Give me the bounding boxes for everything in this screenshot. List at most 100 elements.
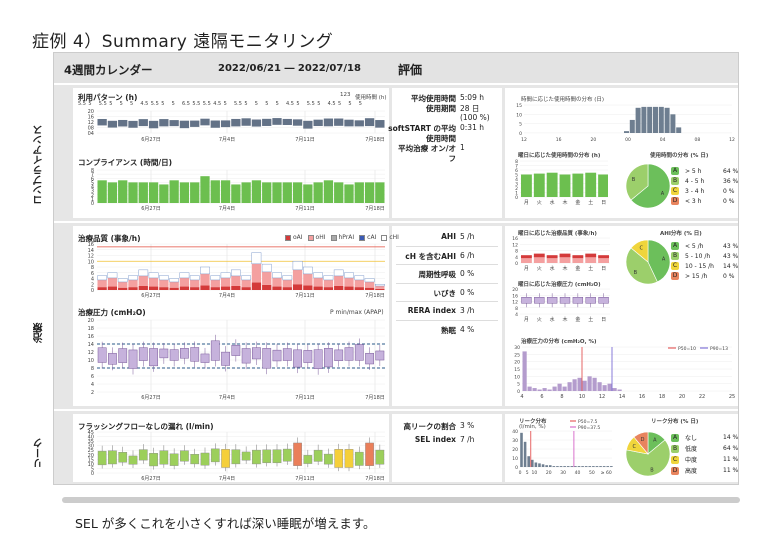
leak-dist-bar [559, 466, 563, 467]
quality-bar-segment [282, 275, 293, 281]
leak-dist-table: A なし 14 % B 低度 64 % C 中度 11 % D 高度 11 % [668, 432, 741, 476]
metric-row: 高リークの割合 3 % [392, 421, 502, 431]
category-badge: B [671, 252, 679, 260]
category-percent: 43 % [723, 252, 739, 260]
time-dist-title: 時間に応じた使用時間の分布 (日) [521, 97, 605, 103]
quality-bar-segment [190, 287, 200, 290]
y-tick-label: 8 [515, 249, 518, 255]
compliance-bar [375, 182, 385, 203]
pressure-box [149, 348, 158, 367]
usage-hour-value: 5 [348, 101, 352, 107]
x-tick-label: 8 [560, 394, 563, 400]
y-tick-label: 10 [514, 374, 520, 380]
usage-bar [262, 118, 272, 126]
leak-box [354, 451, 364, 466]
pressure-box [303, 350, 313, 363]
leak-metrics: 高リークの割合 3 % SEL index 7 /h [392, 421, 502, 481]
time-dist-bar [664, 107, 670, 133]
metric-row: AHI 5 /h [392, 232, 502, 242]
pressure-chart-legend: P min/max (APAP) [330, 309, 384, 316]
usage-hour-value: 5 [275, 101, 279, 107]
quality-bar-segment [241, 275, 251, 281]
weekday-label: 金 [575, 265, 580, 272]
category-badge: B [671, 444, 679, 453]
compliance-metrics: 平均使用時間 5:09 h 使用期間 28 日 (100 %) softSTART の平均… [388, 93, 502, 218]
dist-table: A なし 14 % B 低度 64 % C 中度 11 % D 高度 11 % [668, 432, 741, 476]
pressure-box [272, 349, 282, 362]
y-tick-label: 10 [88, 358, 94, 364]
pressure-dist-bar [542, 388, 547, 391]
weekday-label: 月 [524, 317, 529, 323]
category-range: なし [685, 435, 698, 442]
x-tick-label: 7月11日 [295, 137, 315, 143]
quality-bar-segment [200, 285, 210, 290]
leak-box [200, 452, 210, 466]
leak-dist-bar [566, 466, 570, 467]
y-tick-label: 10 [512, 456, 518, 462]
weekday-quality-bar [598, 258, 609, 263]
usage-hour-value: 5 [161, 101, 165, 107]
leak-distribution-chart: 4030201000 5 10 20 30 40 50 ≥ 60P50=7.5P90=37.5 [512, 419, 613, 476]
quality-bar-segment [262, 284, 272, 290]
category-badge: B [671, 177, 679, 185]
metric-row: いびき 0 % [392, 288, 502, 298]
weekday-quality-bar [585, 253, 597, 258]
metric-label: いびき [433, 288, 457, 298]
usage-hour-value: 5 [244, 101, 248, 107]
pressure-dist-bar [587, 376, 592, 391]
y-tick-label: 4 [515, 312, 518, 318]
y-tick-label: 0 [91, 201, 94, 207]
weekday-label: 日 [601, 200, 606, 206]
usage-hour-value: 5 [171, 101, 175, 107]
metric-label: SEL index [414, 435, 456, 444]
y-tick-label: 20 [88, 318, 94, 324]
pressure-box [334, 349, 344, 361]
pressure-box [221, 351, 230, 366]
y-tick-label: 5 [517, 382, 520, 388]
weekday-quality-bar [521, 255, 532, 259]
category-range: 高度 [685, 468, 698, 475]
leak-dist-bar [584, 466, 588, 467]
weekday-label: 日 [601, 317, 606, 323]
footer-scroll-bar [62, 497, 740, 503]
usage-bar [364, 118, 375, 127]
quality-bar-segment [159, 287, 169, 290]
usage-bar [107, 120, 118, 128]
x-tick-label: 7月11日 [295, 395, 315, 401]
usage-bar [159, 119, 169, 127]
dist-table: A < 5 /h 43 % B 5 - 10 /h 43 % C 10 - 15 /h 14 %… [668, 241, 741, 281]
dist-row: C 中度 11 % [668, 454, 741, 465]
dist-row: A > 5 h 64 % [668, 166, 741, 176]
category-percent: 0 % [723, 272, 735, 280]
compliance-bar [97, 180, 107, 203]
usage-hour-value: 5 [338, 101, 342, 107]
leak-box [334, 449, 344, 468]
quality-bar-segment [138, 275, 148, 286]
quality-bar-segment [292, 284, 303, 290]
category-badge: A [671, 242, 679, 250]
pressure-dist-bar [527, 386, 532, 391]
y-tick-label: 0 [515, 261, 518, 267]
quality-bar-segment [313, 277, 323, 287]
slide-title: 症例 4）Summary 遠隔モニタリング [32, 32, 334, 52]
leak-box [128, 455, 138, 465]
leak-dist-bar [570, 466, 574, 467]
leak-box [138, 449, 148, 461]
leak-box [118, 452, 128, 463]
weekday-pressure-box [598, 297, 609, 304]
weekday-usage-bar [533, 173, 545, 197]
metric-label: 高リークの割合 [403, 422, 457, 431]
weekday-quality-bar [572, 255, 584, 259]
dist-row: C 3 - 4 h 0 % [668, 186, 741, 196]
quality-bar-segment [344, 286, 354, 290]
pressure-dist-bar [602, 385, 607, 391]
quality-bar-segment [354, 279, 364, 288]
category-range: 中度 [685, 457, 698, 464]
quality-bar-segment [118, 287, 128, 290]
quality-bar-segment [364, 278, 375, 283]
x-tick-label: 00 [625, 137, 631, 143]
x-tick-label: 50 [589, 470, 595, 476]
weekday-usage-chart: 876543210月火水木金土日 [515, 159, 608, 206]
x-tick-label: ≥ 60 [601, 470, 612, 476]
quality-bar-segment [375, 285, 385, 289]
